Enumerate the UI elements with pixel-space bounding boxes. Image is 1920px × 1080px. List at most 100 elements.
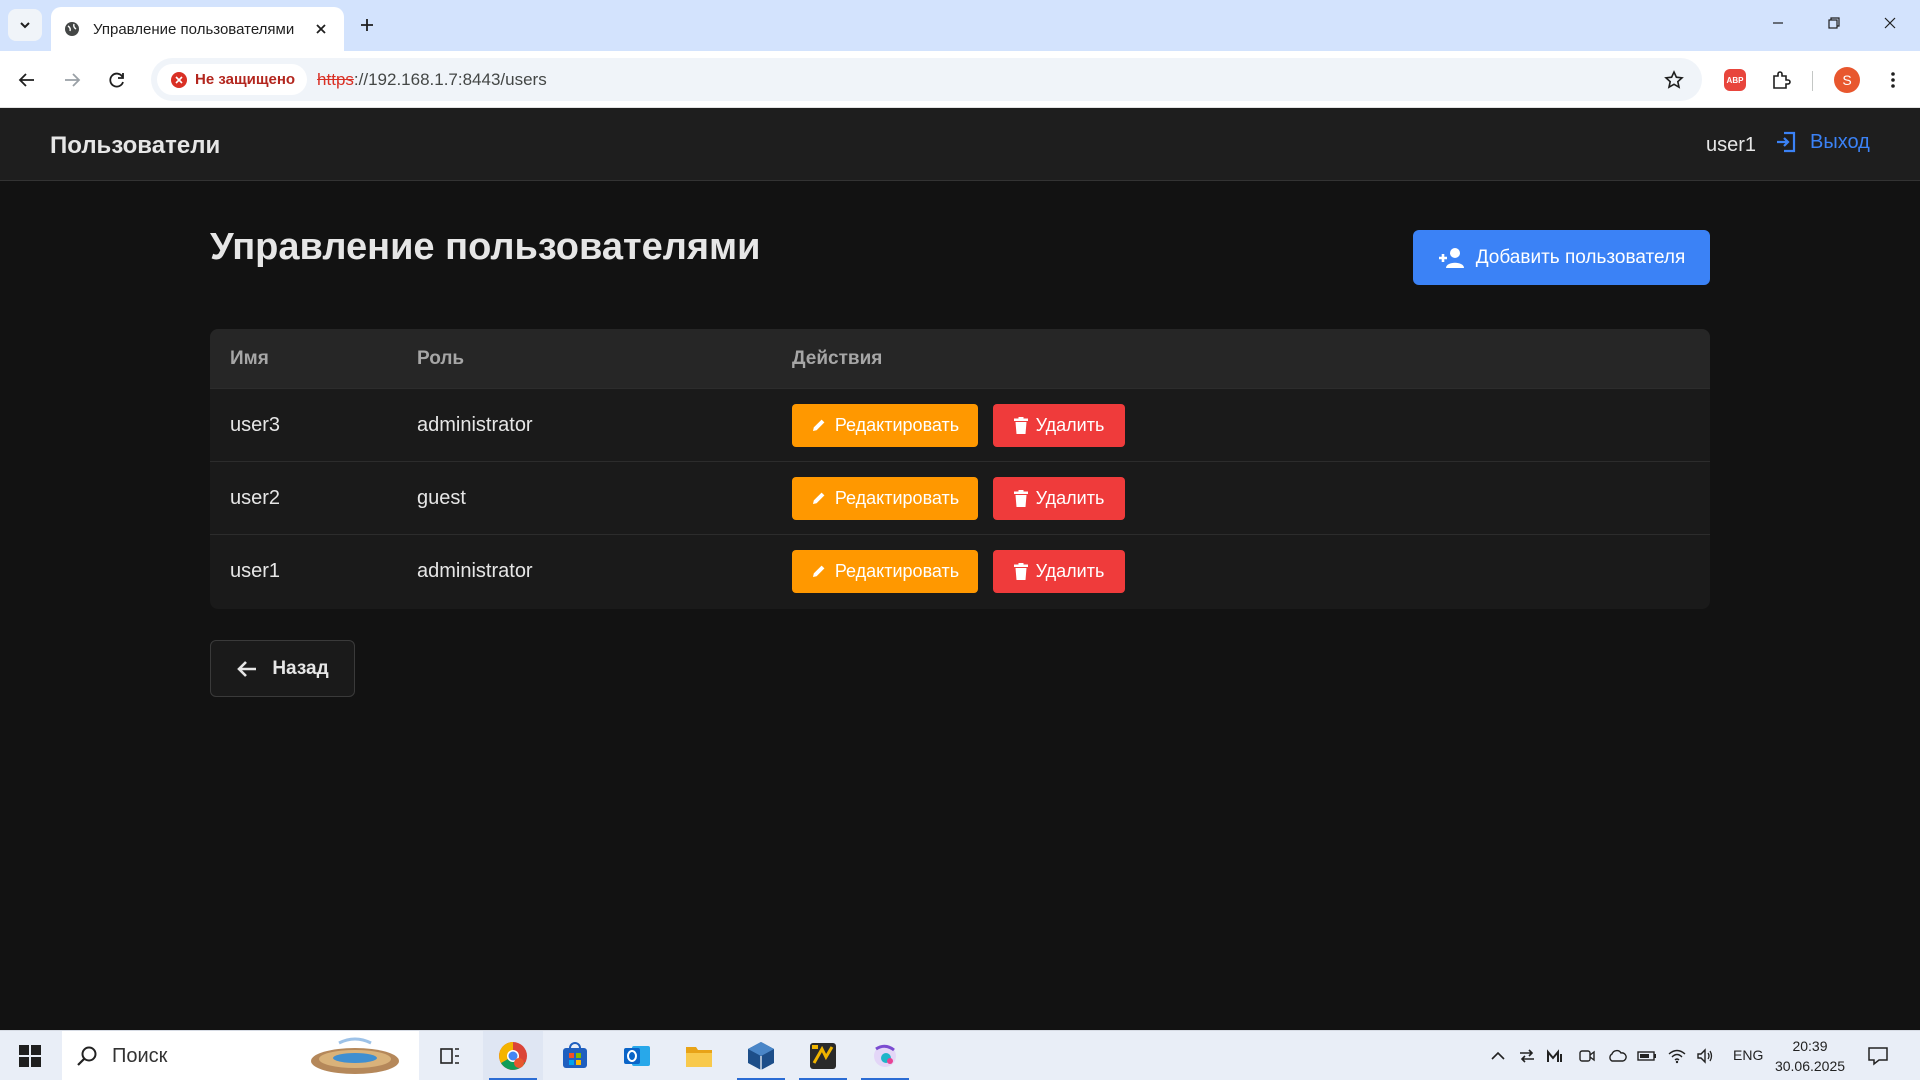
- page-title: Управление пользователями: [210, 226, 761, 268]
- kebab-menu-icon: [1891, 72, 1895, 88]
- taskbar-outlook[interactable]: [607, 1031, 667, 1080]
- table-row: user2 guest Редактировать Удалить: [210, 461, 1710, 534]
- browser-tab-active[interactable]: Управление пользователями: [51, 7, 344, 51]
- tray-volume-icon[interactable]: [1695, 1046, 1715, 1066]
- minimize-button[interactable]: [1750, 0, 1806, 46]
- restore-button[interactable]: [1806, 0, 1862, 46]
- volume-icon: [1697, 1048, 1713, 1064]
- start-button[interactable]: [10, 1041, 50, 1071]
- taskbar-app-beta[interactable]: [855, 1031, 915, 1080]
- profile-button[interactable]: S: [1830, 63, 1864, 97]
- tray-onedrive-icon[interactable]: [1607, 1046, 1627, 1066]
- chrome-icon: [499, 1042, 527, 1070]
- search-highlight-image: [311, 1037, 399, 1074]
- tray-meet-icon[interactable]: [1577, 1046, 1597, 1066]
- back-button[interactable]: Назад: [210, 640, 355, 697]
- bars-icon: [1547, 1049, 1562, 1062]
- taskbar-app-alpha[interactable]: [793, 1031, 853, 1080]
- reload-button[interactable]: [100, 63, 134, 97]
- back-label: Назад: [272, 657, 329, 679]
- taskbar-store[interactable]: [545, 1031, 605, 1080]
- delete-user-button[interactable]: Удалить: [993, 403, 1125, 447]
- chevron-up-icon: [1491, 1051, 1505, 1060]
- battery-icon: [1637, 1051, 1656, 1061]
- task-view-icon: [440, 1048, 459, 1064]
- delete-label: Удалить: [1035, 560, 1105, 581]
- task-view-button[interactable]: [420, 1031, 480, 1080]
- close-tab-icon[interactable]: [310, 18, 332, 40]
- add-user-label: Добавить пользователя: [1475, 246, 1686, 268]
- tab-search-button[interactable]: [8, 9, 42, 41]
- tray-sync-icon[interactable]: [1517, 1046, 1537, 1066]
- trash-icon: [1013, 562, 1028, 580]
- logout-icon: [1777, 131, 1796, 153]
- edit-label: Редактировать: [834, 414, 960, 435]
- chevron-down-icon: [20, 22, 30, 29]
- forward-nav-button[interactable]: [55, 63, 89, 97]
- notification-icon: [1868, 1047, 1888, 1066]
- close-icon: [1884, 17, 1896, 29]
- new-tab-button[interactable]: [353, 11, 381, 39]
- edit-user-button[interactable]: Редактировать: [792, 549, 978, 593]
- trash-icon: [1013, 416, 1028, 434]
- back-nav-button[interactable]: [10, 63, 44, 97]
- app-window-icon: [810, 1043, 836, 1069]
- not-secure-icon: [171, 71, 187, 88]
- toolbar-divider: [1812, 71, 1813, 91]
- clock-date: 30.06.2025: [1774, 1058, 1846, 1074]
- actions-cell: Редактировать Удалить: [792, 549, 1710, 593]
- logout-label: Выход: [1810, 130, 1870, 153]
- column-header-name: Имя: [230, 347, 269, 369]
- column-header-role: Роль: [417, 347, 465, 369]
- transfer-arrows-icon: [1520, 1049, 1534, 1063]
- tab-title: Управление пользователями: [93, 20, 295, 38]
- minimize-icon: [1773, 22, 1783, 24]
- edit-user-button[interactable]: Редактировать: [792, 476, 978, 520]
- tray-wifi-icon[interactable]: [1667, 1046, 1687, 1066]
- table-row: user3 administrator Редактировать Удалит…: [210, 388, 1710, 461]
- profile-avatar: S: [1834, 67, 1860, 93]
- tray-meter-icon[interactable]: [1545, 1046, 1565, 1066]
- puzzle-icon: [1773, 71, 1791, 89]
- arrow-left-icon: [237, 660, 257, 677]
- plus-icon: [361, 19, 373, 31]
- address-bar[interactable]: Не защищено https://192.168.1.7:8443/use…: [151, 58, 1702, 101]
- input-language[interactable]: ENG: [1733, 1047, 1763, 1063]
- extensions-button[interactable]: [1764, 63, 1798, 97]
- close-window-button[interactable]: [1862, 0, 1918, 46]
- notifications-button[interactable]: [1864, 1043, 1892, 1069]
- actions-cell: Редактировать Удалить: [792, 403, 1710, 447]
- security-label: Не защищено: [195, 71, 296, 88]
- restore-icon: [1828, 17, 1840, 29]
- url-rest: ://192.168.1.7:8443/users: [353, 69, 547, 89]
- wifi-icon: [1668, 1049, 1686, 1064]
- user-name-cell: user1: [230, 559, 281, 582]
- url-text[interactable]: https://192.168.1.7:8443/users: [317, 70, 547, 90]
- browser-menu-button[interactable]: [1876, 63, 1910, 97]
- security-indicator[interactable]: Не защищено: [157, 64, 308, 95]
- tray-battery-icon[interactable]: [1637, 1046, 1657, 1066]
- virtualbox-icon: [748, 1042, 774, 1070]
- add-user-button[interactable]: Добавить пользователя: [1413, 230, 1710, 285]
- reload-icon: [109, 72, 124, 88]
- user-name-cell: user2: [230, 486, 281, 509]
- system-clock[interactable]: 20:39 30.06.2025: [1772, 1036, 1848, 1076]
- edit-user-button[interactable]: Редактировать: [792, 403, 978, 447]
- taskbar-virtualbox[interactable]: [731, 1031, 791, 1080]
- taskbar: Поиск ENG 20:39 30.06.2025: [0, 1030, 1920, 1080]
- windows-logo-icon: [19, 1045, 41, 1067]
- adblock-extension-button[interactable]: ABP: [1718, 63, 1752, 97]
- delete-user-button[interactable]: Удалить: [993, 476, 1125, 520]
- adblock-icon: ABP: [1724, 69, 1746, 91]
- taskbar-chrome[interactable]: [483, 1031, 543, 1080]
- show-hidden-icons-button[interactable]: [1488, 1046, 1508, 1066]
- logout-link[interactable]: Выход: [1774, 130, 1870, 154]
- delete-user-button[interactable]: Удалить: [993, 549, 1125, 593]
- bookmark-star-button[interactable]: [1658, 64, 1690, 96]
- table-header: Имя Роль Действия: [210, 329, 1710, 388]
- star-icon: [1664, 70, 1684, 89]
- taskbar-search[interactable]: Поиск: [62, 1031, 419, 1080]
- app-title[interactable]: Пользователи: [50, 132, 220, 160]
- outlook-icon: [624, 1046, 650, 1066]
- taskbar-file-explorer[interactable]: [669, 1031, 729, 1080]
